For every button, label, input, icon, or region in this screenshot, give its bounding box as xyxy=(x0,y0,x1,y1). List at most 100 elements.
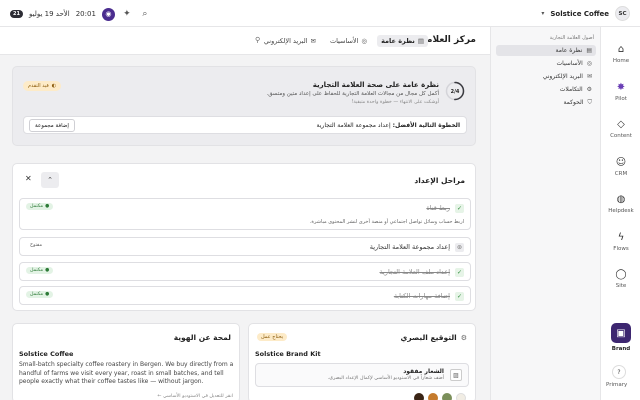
tab-bar: ▤ نظرة عامة ◎ الأساسيات ✉ البريد الإلكتر… xyxy=(260,33,428,48)
check-icon: ✓ xyxy=(455,203,464,213)
identity-name: Solstice Coffee xyxy=(19,350,74,358)
subnav-item-overview[interactable]: ▤ نظرة عامة xyxy=(496,45,596,56)
next-step-label: الخطوة التالية الأفضل: xyxy=(392,122,460,129)
check-circle-icon: ● xyxy=(45,292,50,297)
step-label: ربط قناة xyxy=(426,204,450,212)
subnav-heading: أصول العلامة التجارية xyxy=(549,35,594,41)
rail-item-brand[interactable]: ▣ Brand xyxy=(601,323,640,352)
subnav-item-integrations[interactable]: ⚙ التكاملات xyxy=(496,84,596,95)
rail-label: Helpdesk xyxy=(608,208,634,214)
add-kit-button[interactable]: إضافة مجموعة xyxy=(29,119,75,132)
rail-item-content[interactable]: ◇ Content xyxy=(601,118,640,140)
missing-logo-box[interactable]: ▨ الشعار مفقود أضف شعاراً في الاستوديو ا… xyxy=(255,363,469,387)
tag-icon: ◇ xyxy=(617,118,625,130)
pilot-icon: ✸ xyxy=(616,81,626,93)
step-row: ✓ ربط قناة xyxy=(426,199,464,217)
health-subtitle: أكمل كل مجال من مجالات العلامة التجارية … xyxy=(266,91,439,97)
visual-title-row: ⚙ التوقيع البصري xyxy=(400,333,467,342)
identity-edit-hint[interactable]: انقر للتعديل في الاستوديو الأساسي ← xyxy=(157,394,233,399)
rail-label: Content xyxy=(610,133,632,139)
user-label: Primary xyxy=(606,382,628,388)
search-icon[interactable]: ⌕ xyxy=(139,8,151,20)
brand-subnav: أصول العلامة التجارية ▤ نظرة عامة ◎ الأس… xyxy=(490,27,600,400)
mail-icon: ✉ xyxy=(310,36,316,45)
subnav-item-governance[interactable]: ⛉ الحوكمة xyxy=(496,97,596,108)
step-status-badge: ● مكتمل xyxy=(26,267,54,274)
setup-step[interactable]: ✓ ربط قناة ● مكتمل اربط حساب وسائل تواصل… xyxy=(19,198,471,230)
check-icon: ✓ xyxy=(455,291,464,301)
setup-steps-card: مراحل الإعداد ⌃ ✕ ✓ ربط قناة ● مكتمل ارب… xyxy=(12,163,476,311)
step-status-label: مكتمل xyxy=(30,268,44,273)
health-subtitle-2: أوشكت على الانتهاء — خطوة واحدة متبقية! xyxy=(351,100,439,105)
rail-label: Pilot xyxy=(615,96,627,102)
step-row: ✓ إعداد ملف العلامة التجارية xyxy=(380,263,464,281)
org-name: Solstice Coffee xyxy=(550,9,609,18)
needs-work-badge: يحتاج عمل xyxy=(257,333,288,341)
notification-count-badge[interactable]: 21 xyxy=(10,10,23,18)
step-label: إعداد ملف العلامة التجارية xyxy=(379,268,450,276)
users-icon: ☺ xyxy=(615,156,627,168)
org-switcher[interactable]: ▾ Solstice Coffee SC xyxy=(541,6,630,21)
health-title: نظرة عامة على صحة العلامة التجارية xyxy=(312,81,439,89)
chevron-down-icon: ▾ xyxy=(541,10,545,17)
chart-icon: ▤ xyxy=(417,36,424,45)
sparkle-icon[interactable]: ✦ xyxy=(121,8,133,20)
chevron-up-icon[interactable]: ⌃ xyxy=(41,172,59,188)
progress-text: 2/4 xyxy=(451,89,460,95)
missing-logo-title: الشعار مفقود xyxy=(403,368,444,375)
identity-description: Small-batch specialty coffee roastery in… xyxy=(19,361,234,385)
rail-item-home[interactable]: ⌂ Home xyxy=(601,43,640,65)
tab-label: الأساسيات xyxy=(329,36,359,45)
visual-signature-card[interactable]: ⚙ التوقيع البصري يحتاج عمل Solstice Bran… xyxy=(248,323,476,400)
next-step-bar: الخطوة التالية الأفضل: إعداد مجموعة العل… xyxy=(23,116,467,134)
rail-item-helpdesk[interactable]: ◍ Helpdesk xyxy=(601,193,640,215)
rail-item-crm[interactable]: ☺ CRM xyxy=(601,156,640,178)
step-label: إعداد مجموعة العلامة التجارية xyxy=(369,243,450,251)
missing-logo-subtitle: أضف شعاراً في الاستوديو الأساسي لإكمال ا… xyxy=(327,376,444,381)
setup-step[interactable]: ⊛ إعداد مجموعة العلامة التجارية مفتوح xyxy=(19,237,471,256)
tab-overview[interactable]: ▤ نظرة عامة xyxy=(377,34,428,47)
subnav-item-basics[interactable]: ◎ الأساسيات xyxy=(496,58,596,69)
rail-item-flows[interactable]: ϟ Flows xyxy=(601,231,640,253)
step-status-badge: ● مكتمل xyxy=(26,291,54,298)
user-avatar[interactable]: ? xyxy=(612,365,626,379)
globe-icon: ◯ xyxy=(615,268,627,280)
setup-step[interactable]: ✓ إعداد ملف العلامة التجارية ● مكتمل xyxy=(19,262,471,281)
lightbulb-icon[interactable]: ⚲ xyxy=(255,36,260,44)
top-bar: 21 الأحد 19 يوليو 20:01 ◉ ✦ ⌕ ▾ Solstice… xyxy=(0,0,640,27)
identity-title: لمحة عن الهوية xyxy=(173,333,231,342)
chart-icon: ▤ xyxy=(586,47,592,54)
rail-item-pilot[interactable]: ✸ Pilot xyxy=(601,81,640,103)
brand-health-card: 2/4 نظرة عامة على صحة العلامة التجارية أ… xyxy=(12,66,476,146)
setup-step[interactable]: ✓ إضافة مهارات الكتابة ● مكتمل xyxy=(19,286,471,305)
step-status-label: مكتمل xyxy=(30,204,44,209)
rail-label: Brand xyxy=(611,346,631,352)
tab-email[interactable]: ✉ البريد الإلكتروني xyxy=(260,35,320,47)
assistant-icon[interactable]: ◉ xyxy=(101,7,115,21)
gear-icon: ⚙ xyxy=(460,333,467,342)
status-badge: ◐ قيد التقدم xyxy=(23,81,62,91)
subnav-item-label: نظرة عامة xyxy=(555,47,583,54)
time-display: 20:01 xyxy=(75,10,96,18)
status-badge-label: قيد التقدم xyxy=(28,83,49,89)
shield-icon: ⛉ xyxy=(587,98,592,106)
close-icon[interactable]: ✕ xyxy=(25,174,32,183)
next-step-text: الخطوة التالية الأفضل: إعداد مجموعة العل… xyxy=(317,122,460,129)
rail-label: Home xyxy=(612,58,630,64)
step-row: ⊛ إعداد مجموعة العلامة التجارية xyxy=(370,238,464,256)
color-swatch xyxy=(456,393,466,400)
check-circle-icon: ● xyxy=(45,204,50,209)
rail-item-site[interactable]: ◯ Site xyxy=(601,268,640,290)
top-bar-left: 21 الأحد 19 يوليو 20:01 ◉ ✦ ⌕ xyxy=(10,7,151,21)
check-circle-icon: ● xyxy=(45,268,50,273)
step-status-label: مفتوح xyxy=(30,243,43,248)
subnav-item-email[interactable]: ✉ البريد الإلكتروني xyxy=(496,71,596,82)
subnav-item-label: البريد الإلكتروني xyxy=(542,73,583,80)
next-step-value: إعداد مجموعة العلامة التجارية xyxy=(316,122,391,129)
step-status-badge: مفتوح xyxy=(26,242,46,249)
identity-card[interactable]: لمحة عن الهوية Solstice Coffee Small-bat… xyxy=(12,323,240,400)
org-avatar: SC xyxy=(615,6,630,21)
tab-basics[interactable]: ◎ الأساسيات xyxy=(326,35,371,47)
subnav-item-label: الحوكمة xyxy=(563,99,584,106)
progress-ring: 2/4 xyxy=(445,81,465,101)
